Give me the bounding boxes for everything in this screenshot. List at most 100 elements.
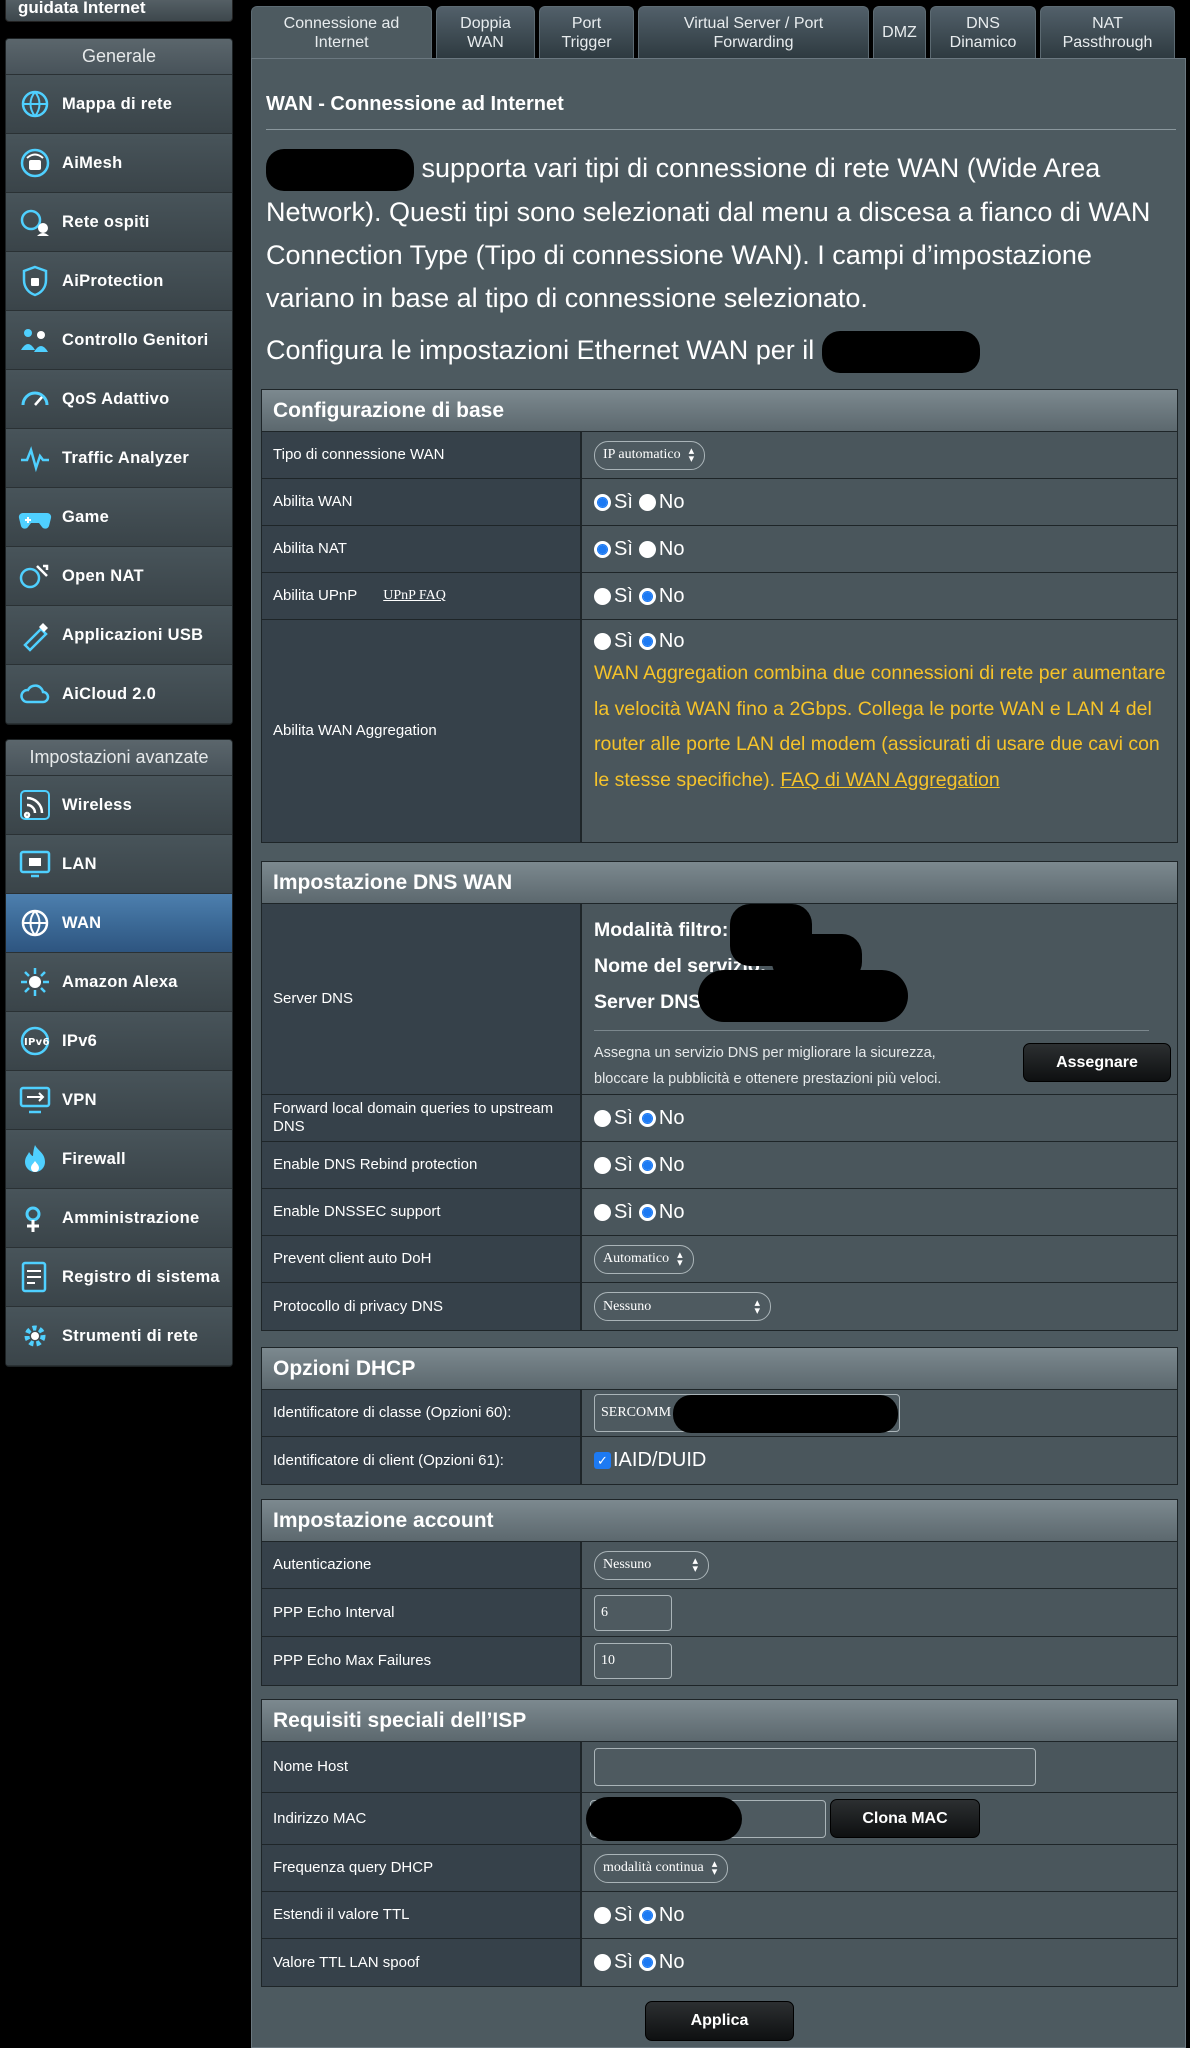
radio-yes[interactable]: Sì (594, 1201, 633, 1224)
hostname-input[interactable] (594, 1748, 1036, 1786)
section-dns: Impostazione DNS WAN Server DNS Modalità… (261, 861, 1178, 1331)
wan-aggregation-faq-link[interactable]: FAQ di WAN Aggregation (780, 769, 999, 791)
radio-yes[interactable]: Sì (594, 1154, 633, 1177)
select-value: Automatico (603, 1251, 670, 1266)
label-text: Abilita UPnP (273, 587, 358, 604)
sidebar-item-amministrazione[interactable]: Amministrazione (6, 1189, 232, 1248)
sidebar-item-game[interactable]: Game (6, 488, 232, 547)
radio-yes[interactable]: Sì (594, 1107, 633, 1130)
radio-no[interactable]: No (638, 585, 684, 608)
radio-no[interactable]: No (638, 1201, 684, 1224)
echo-failures-input[interactable]: 10 (594, 1643, 672, 1679)
sidebar-item-lan[interactable]: LAN (6, 835, 232, 894)
radio-yes[interactable]: Sì (594, 1904, 633, 1927)
sidebar-item-label: Amazon Alexa (62, 972, 178, 991)
field-label: Abilita WAN Aggregation (262, 620, 582, 842)
tab-ddns[interactable]: DNS Dinamico (930, 6, 1036, 58)
radio-no[interactable]: No (638, 1154, 684, 1177)
sidebar-item-amazon-alexa[interactable]: Amazon Alexa (6, 953, 232, 1012)
sidebar-item-label: WAN (62, 913, 102, 932)
upnp-faq-link[interactable]: UPnP FAQ (383, 587, 446, 605)
wan-type-select[interactable]: IP automatico ▴ ▾ (594, 440, 706, 470)
sidebar-item-label: AiCloud 2.0 (62, 684, 157, 703)
redacted-value (586, 1797, 742, 1841)
sidebar-item-traffic-analyzer[interactable]: Traffic Analyzer (6, 429, 232, 488)
sidebar-item-label: QoS Adattivo (62, 389, 170, 408)
tab-virtual-server[interactable]: Virtual Server / Port Forwarding (638, 6, 869, 58)
field-label: Protocollo di privacy DNS (262, 1283, 582, 1330)
sidebar-item-label: AiMesh (62, 153, 123, 172)
sidebar-item-label: Open NAT (62, 566, 144, 585)
radio-no[interactable]: No (638, 491, 684, 514)
sidebar-item-label: IPv6 (62, 1031, 98, 1050)
sidebar-item-applicazioni-usb[interactable]: Applicazioni USB (6, 606, 232, 665)
tab-dmz[interactable]: DMZ (873, 6, 926, 58)
clone-mac-button[interactable]: Clona MAC (830, 1799, 980, 1838)
sidebar-item-rete-ospiti[interactable]: Rete ospiti (6, 193, 232, 252)
row-mac-address: Indirizzo MAC Clona MAC (262, 1793, 1177, 1845)
radio-no[interactable]: No (638, 1951, 684, 1974)
dns-assign-note: Assegna un servizio DNS per migliorare l… (594, 1045, 942, 1087)
sidebar-item-mappa-di-rete[interactable]: Mappa di rete (6, 75, 232, 134)
radio-yes[interactable]: Sì (594, 491, 633, 514)
tab-dual-wan[interactable]: Doppia WAN (436, 6, 535, 58)
dhcp-frequency-select[interactable]: modalità continua ▴ ▾ (594, 1853, 729, 1883)
sidebar-item-wan[interactable]: WAN (6, 894, 232, 953)
row-wan-aggregation: Abilita WAN Aggregation Sì No WAN Aggrega… (262, 620, 1177, 842)
row-prevent-doh: Prevent client auto DoH Automatico ▴ ▾ (262, 1236, 1177, 1283)
sidebar-item-registro-di-sistema[interactable]: Registro di sistema (6, 1248, 232, 1307)
radio-yes[interactable]: Sì (594, 1951, 633, 1974)
sidebar-item-open-nat[interactable]: Open NAT (6, 547, 232, 606)
apply-button[interactable]: Applica (645, 2001, 794, 2041)
section-isp: Requisiti speciali dell’ISP Nome Host In… (261, 1699, 1178, 1987)
cloud-icon (14, 673, 56, 715)
row-extend-ttl: Estendi il valore TTL Sì No (262, 1892, 1177, 1939)
doh-select[interactable]: Automatico ▴ ▾ (594, 1244, 694, 1274)
sidebar-item-aiprotection[interactable]: AiProtection (6, 252, 232, 311)
select-value: IP automatico (603, 447, 681, 462)
field-label: Autenticazione (262, 1542, 582, 1588)
sidebar-group-general: Generale Mappa di rete AiMesh Rete ospiti A… (5, 38, 233, 725)
firewall-icon (14, 1138, 56, 1180)
sidebar-item-ipv6[interactable]: IPv6 IPv6 (6, 1012, 232, 1071)
radio-no[interactable]: No (638, 1904, 684, 1927)
redacted-value (698, 970, 908, 1022)
echo-interval-input[interactable]: 6 (594, 1594, 672, 1631)
radio-yes[interactable]: Sì (594, 630, 633, 653)
dns-privacy-select[interactable]: Nessuno ▴ ▾ (594, 1292, 771, 1321)
sidebar-item-aicloud-2-0[interactable]: AiCloud 2.0 (6, 665, 232, 724)
tab-nat-passthrough[interactable]: NAT Passthrough (1040, 6, 1175, 58)
sidebar-item-wireless[interactable]: Wireless (6, 776, 232, 835)
radio-no[interactable]: No (638, 630, 684, 653)
configure-label: Configura le impostazioni Ethernet WAN p… (266, 335, 815, 366)
field-label: Tipo di connessione WAN (262, 432, 582, 478)
assign-dns-button[interactable]: Assegnare (1023, 1043, 1171, 1082)
sidebar-item-controllo-genitori[interactable]: Controllo Genitori (6, 311, 232, 370)
tab-port-trigger[interactable]: Port Trigger (539, 6, 634, 58)
row-dnssec: Enable DNSSEC support Sì No (262, 1189, 1177, 1236)
sidebar-item-label: Mappa di rete (62, 94, 173, 113)
iaid-duid-checkbox[interactable]: ✓ (594, 1452, 611, 1469)
tab-internet-connection[interactable]: Connessione ad Internet (251, 6, 432, 58)
sidebar-item-strumenti-di-rete[interactable]: Strumenti di rete (6, 1307, 232, 1366)
field-label: Enable DNS Rebind protection (262, 1142, 582, 1188)
row-enable-upnp: Abilita UPnP UPnP FAQ Sì No (262, 573, 1177, 620)
radio-yes[interactable]: Sì (594, 538, 633, 561)
vpn-icon (14, 1079, 56, 1121)
sidebar-item-label: Controllo Genitori (62, 330, 209, 349)
sidebar-item-label: Registro di sistema (62, 1267, 220, 1286)
section-basic-config: Configurazione di base Tipo di connessio… (261, 389, 1178, 843)
sidebar-item-label: AiProtection (62, 271, 164, 290)
sidebar-item-vpn[interactable]: VPN (6, 1071, 232, 1130)
sidebar-item-aimesh[interactable]: AiMesh (6, 134, 232, 193)
sidebar-item-quick-setup[interactable]: guidata Internet (5, 0, 233, 22)
radio-no[interactable]: No (638, 1107, 684, 1130)
sidebar-item-qos-adattivo[interactable]: QoS Adattivo (6, 370, 232, 429)
row-ttl-spoof: Valore TTL LAN spoof Sì No (262, 1939, 1177, 1986)
authentication-select[interactable]: Nessuno ▴ ▾ (594, 1550, 709, 1580)
radio-yes[interactable]: Sì (594, 585, 633, 608)
sidebar-item-label: VPN (62, 1090, 97, 1109)
sidebar-item-firewall[interactable]: Firewall (6, 1130, 232, 1189)
radio-no[interactable]: No (638, 538, 684, 561)
field-label: Estendi il valore TTL (262, 1892, 582, 1938)
